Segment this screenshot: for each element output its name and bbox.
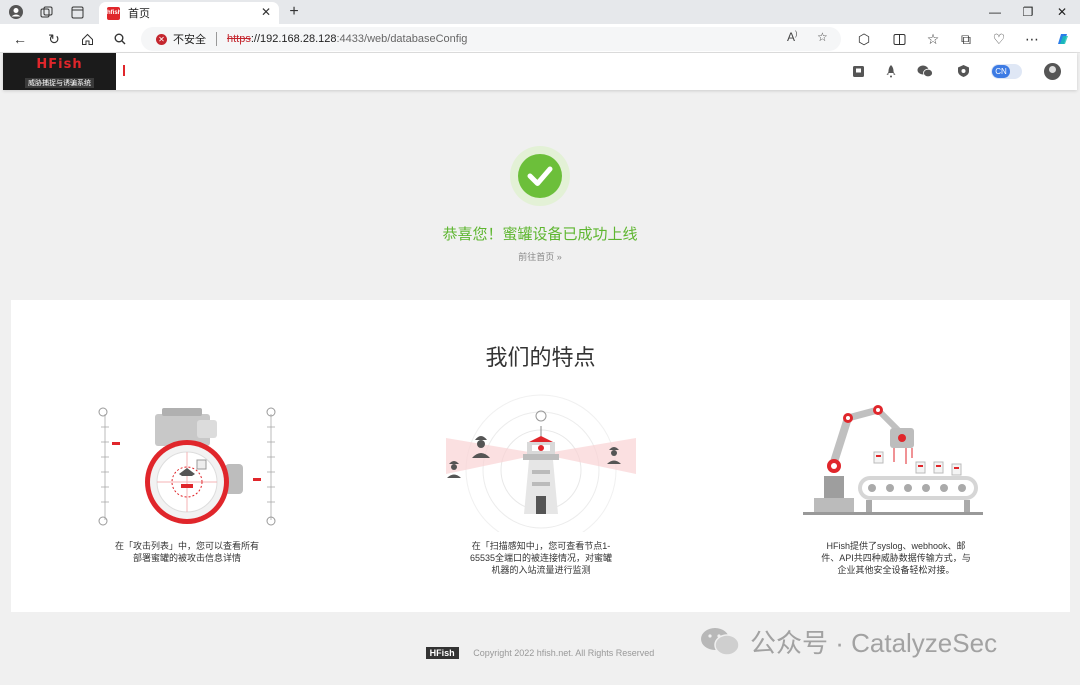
wechat-logo-icon (700, 626, 740, 656)
search-icon[interactable] (109, 28, 131, 50)
url-path: :4433/web/databaseConfig (336, 33, 468, 45)
maximize-icon[interactable]: ❐ (1013, 2, 1043, 22)
more-menu-icon[interactable]: ⋯ (1021, 28, 1043, 50)
not-secure-icon: ✕ (156, 33, 167, 45)
success-section: 恭喜您！蜜罐设备已成功上线 前往首页 » (0, 90, 1080, 300)
workspaces-icon[interactable] (38, 4, 54, 20)
stopwatch-illustration (57, 392, 317, 532)
minimize-icon[interactable]: — (980, 2, 1010, 22)
robot-arm-illustration (766, 392, 1026, 532)
feature-attack-list: 在「攻击列表」中，您可以查看所有部署蜜罐的被攻击信息详情 (57, 392, 317, 564)
checkmark-icon (527, 166, 553, 186)
watermark-text: 公众号 · CatalyzeSec (750, 627, 998, 658)
favorites-icon[interactable]: ☆ (922, 28, 944, 50)
language-toggle[interactable]: CN (991, 64, 1022, 79)
split-screen-icon[interactable] (888, 28, 910, 50)
browser-tab-bar: hfish 首页 ✕ + — ❐ ✕ (0, 0, 1080, 24)
footer-copyright: Copyright 2022 hfish.net. All Rights Res… (473, 648, 655, 658)
close-tab-icon[interactable]: ✕ (261, 5, 271, 19)
home-icon[interactable] (76, 28, 98, 50)
success-badge (510, 146, 570, 206)
url-protocol: https (227, 33, 251, 45)
address-separator (216, 32, 217, 46)
feature-data-transfer: HFish提供了syslog、webhook、邮件、API共四种威胁数据传输方式… (766, 392, 1026, 576)
go-home-link[interactable]: 前往首页 » (0, 250, 1080, 263)
feature-desc-attack-list: 在「攻击列表」中，您可以查看所有部署蜜罐的被攻击信息详情 (114, 541, 259, 563)
copilot-icon[interactable] (1052, 28, 1074, 50)
feature-desc-data-transfer: HFish提供了syslog、webhook、邮件、API共四种威胁数据传输方式… (821, 541, 971, 575)
address-bar[interactable]: ✕ 不安全 https ://192.168.28.128 :4433/web/… (141, 27, 841, 51)
close-window-icon[interactable]: ✕ (1047, 2, 1077, 22)
logo-subtitle: 威胁捕捉与诱骗系统 (25, 78, 94, 88)
url-host: ://192.168.28.128 (250, 33, 337, 45)
tab-title: 首页 (128, 8, 150, 20)
refresh-icon[interactable]: ↻ (43, 28, 65, 50)
vertical-tabs-icon[interactable] (69, 4, 85, 20)
collections-icon[interactable]: ⧉ (955, 28, 977, 50)
docs-icon[interactable] (849, 62, 867, 80)
tab-home[interactable]: hfish 首页 ✕ (99, 2, 279, 24)
wechat-watermark: 公众号 · CatalyzeSec (700, 624, 997, 658)
watchtower-illustration (411, 392, 671, 546)
browser-nav-bar: ← ↻ ✕ 不安全 https ://192.168.28.128 :4433/… (0, 24, 1080, 53)
rocket-icon[interactable] (882, 62, 900, 80)
app-header: HFish 威胁捕捉与诱骗系统 CN (3, 53, 1077, 90)
wechat-icon[interactable] (916, 62, 934, 80)
footer-badge: HFish (425, 647, 459, 659)
feature-scan-perception: 在「扫描感知中」，您可查看节点1-65535全端口的被连接情况，对蜜罐机器的入站… (411, 392, 671, 576)
header-accent-bar (123, 65, 125, 76)
hfish-favicon-icon: hfish (107, 6, 121, 20)
hfish-logo[interactable]: HFish 威胁捕捉与诱骗系统 (3, 53, 116, 90)
user-avatar[interactable] (1044, 63, 1061, 80)
browser-essentials-icon[interactable]: ♡ (988, 28, 1010, 50)
not-secure-label: 不安全 (173, 34, 206, 46)
back-icon[interactable]: ← (9, 28, 31, 50)
features-section: 我们的特点 在「攻击列表」中，您可以查看所有部署蜜罐的被攻击信息详情 在「扫描感… (11, 300, 1070, 612)
shield-icon[interactable] (954, 62, 972, 80)
feature-desc-scan-perception: 在「扫描感知中」，您可查看节点1-65535全端口的被连接情况，对蜜罐机器的入站… (469, 541, 613, 575)
read-aloud-icon[interactable]: A) (787, 30, 797, 44)
features-title: 我们的特点 (485, 345, 596, 370)
success-message: 恭喜您！蜜罐设备已成功上线 (442, 226, 638, 243)
profile-icon[interactable] (8, 4, 24, 20)
extensions-icon[interactable]: ⬡ (853, 28, 875, 50)
logo-title: HFish (36, 57, 83, 72)
language-toggle-label: CN (992, 65, 1010, 78)
favorite-star-icon[interactable]: ☆ (817, 30, 828, 44)
new-tab-icon[interactable]: + (286, 3, 302, 20)
